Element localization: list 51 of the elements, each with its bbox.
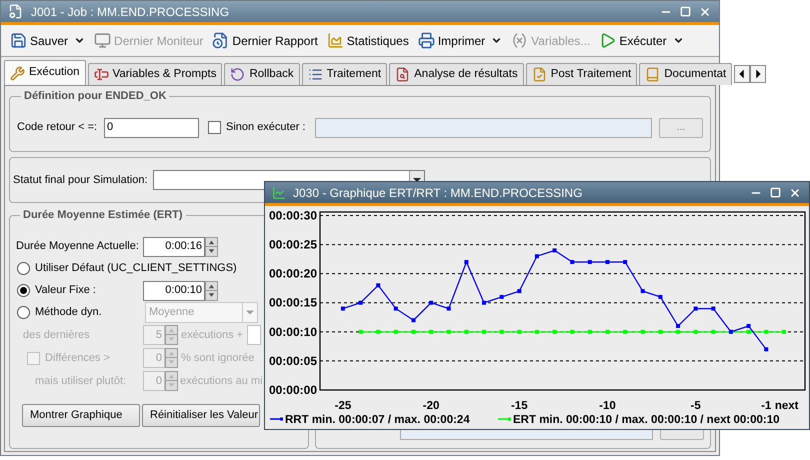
tab[interactable]: Documentat (639, 63, 732, 85)
y-tick-label: 00:00:10 (268, 324, 317, 339)
tab[interactable]: Post Traitement (526, 63, 638, 85)
x-tick-label: next (774, 400, 798, 412)
checkbox-label: Sinon exécuter : (226, 120, 306, 136)
y-tick-label: 00:00:15 (268, 296, 317, 310)
x-tick-label: -1 (761, 400, 772, 412)
legend-label: ERT min. 00:00:10 / max. 00:00:10 / next 00:00:10 (513, 414, 780, 426)
y-tick-label: 00:00:30 (268, 208, 317, 222)
action-button[interactable]: Réinitialiser les Valeur (142, 404, 260, 426)
y-tick-label: 00:00:00 (268, 383, 317, 397)
tab[interactable]: Analyse de résultats (389, 63, 524, 85)
number-field[interactable]: 0:00:16 (143, 236, 205, 256)
checkbox-label: Différences > (45, 350, 110, 366)
field-label: % sont ignorée (181, 350, 254, 366)
window-title: J001 - Job : MM.END.PROCESSING (31, 4, 230, 20)
window-title: J030 - Graphique ERT/RRT : MM.END.PROCESSING (293, 184, 584, 202)
toolbar-button[interactable]: Sauver (10, 32, 68, 50)
toolbar-button[interactable]: Exécuter (599, 32, 667, 50)
field-label: Statut final pour Simulation: (13, 172, 148, 188)
toolbar-button[interactable]: Imprimer (418, 32, 486, 50)
action-button[interactable]: Montrer Graphique (22, 404, 140, 426)
group-title: Durée Moyenne Estimée (ERT) (22, 208, 184, 223)
x-tick-label: -25 (334, 400, 352, 412)
toolbar-button[interactable]: Statistiques (326, 32, 409, 50)
x-tick-label: -20 (422, 400, 440, 412)
y-tick-label: 00:00:05 (268, 354, 317, 368)
field-label: exécutions + (181, 328, 244, 343)
y-tick-label: 00:00:25 (268, 238, 317, 252)
tab[interactable]: Traitement (302, 63, 388, 85)
field-label: des dernières (22, 328, 91, 343)
input-field[interactable]: 0 (104, 118, 199, 138)
x-tick-label: -15 (510, 400, 528, 412)
radio-label: Utiliser Défaut (UC_CLIENT_SETTINGS) (35, 261, 237, 276)
group-title: Définition pour ENDED_OK (23, 89, 168, 104)
radio-label: Méthode dyn. (35, 305, 102, 320)
field-label: Durée Moyenne Actuelle: (16, 239, 140, 254)
x-tick-label: -5 (690, 400, 701, 412)
field-label: Code retour < =: (17, 120, 98, 136)
radio-label: Valeur Fixe : (35, 283, 96, 298)
tab[interactable]: Variables & Prompts (88, 63, 222, 85)
y-tick-label: 00:00:20 (268, 266, 317, 281)
x-tick-label: -10 (599, 400, 616, 412)
toolbar-button[interactable]: Dernier Rapport (212, 32, 318, 50)
browse-button[interactable]: ... (659, 118, 703, 138)
field-label: mais utiliser plutôt: (34, 374, 128, 389)
field-label: exécutions au mi (180, 374, 263, 389)
legend-label: RRT min. 00:00:07 / max. 00:00:24 (285, 414, 470, 426)
tab[interactable]: Exécution (4, 60, 86, 85)
tab[interactable]: Rollback (224, 63, 300, 85)
number-field[interactable]: 0:00:10 (143, 280, 205, 300)
